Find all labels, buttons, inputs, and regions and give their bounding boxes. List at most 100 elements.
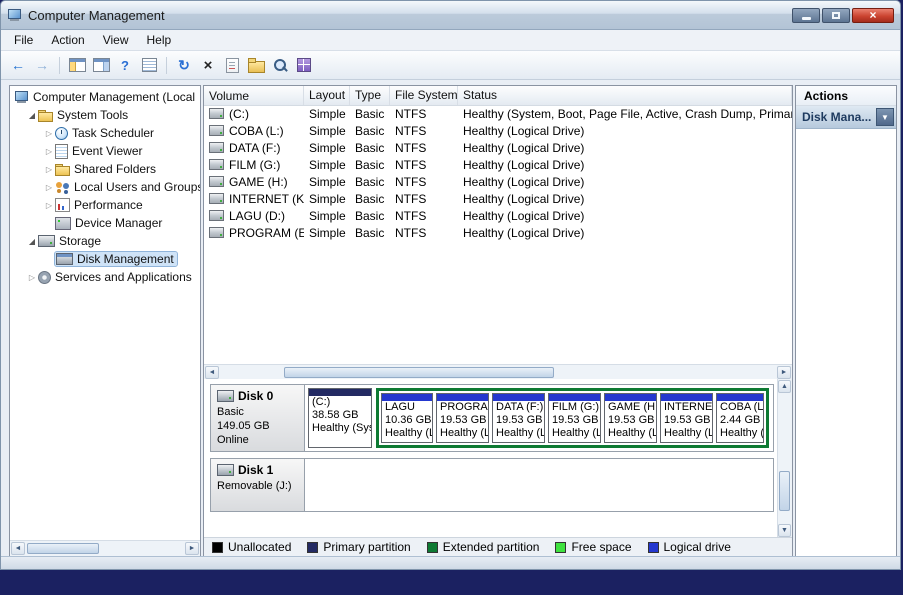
logical-drive-color-bar	[605, 394, 656, 401]
scrollbar-thumb[interactable]	[27, 543, 99, 554]
tree-item-task-scheduler[interactable]: ▷ Task Scheduler	[10, 124, 200, 142]
scroll-left-arrow-icon[interactable]: ◄	[205, 366, 219, 379]
show-console-tree-icon[interactable]	[66, 54, 88, 76]
scroll-right-arrow-icon[interactable]: ►	[185, 542, 199, 555]
delete-icon[interactable]: ×	[197, 54, 219, 76]
column-type[interactable]: Type	[350, 86, 390, 105]
menu-action[interactable]: Action	[42, 31, 93, 49]
volume-type: Basic	[355, 106, 385, 121]
scrollbar-thumb[interactable]	[779, 471, 790, 512]
open-folder-icon[interactable]	[245, 54, 267, 76]
maximize-button[interactable]	[822, 7, 850, 23]
show-action-pane-icon[interactable]	[90, 54, 112, 76]
tree-item-event-viewer[interactable]: ▷ Event Viewer	[10, 142, 200, 160]
volume-type: Basic	[355, 174, 385, 189]
volume-type: Basic	[355, 157, 385, 172]
expander-icon[interactable]: ▷	[43, 147, 55, 156]
tree-horizontal-scrollbar[interactable]: ◄ ►	[10, 540, 200, 556]
computer-management-window: Computer Management × File Action View H…	[0, 0, 901, 570]
section-collapse-button[interactable]: ▼	[876, 108, 894, 126]
expander-icon[interactable]: ▷	[43, 129, 55, 138]
volume-row-c[interactable]: (C:) Simple Basic NTFS Healthy (System, …	[204, 105, 792, 122]
tree-item-shared-folders[interactable]: ▷ Shared Folders	[10, 160, 200, 178]
scroll-left-arrow-icon[interactable]: ◄	[11, 542, 25, 555]
partition-status: Healthy (Logical Drive)	[720, 427, 763, 439]
menu-file[interactable]: File	[5, 31, 42, 49]
expander-icon[interactable]: ▷	[43, 183, 55, 192]
export-list-icon[interactable]	[138, 54, 160, 76]
column-volume[interactable]: Volume	[204, 86, 304, 105]
partition-c[interactable]: (C:) 38.58 GB Healthy (System, Boot, Pag…	[308, 388, 372, 448]
volume-row-film[interactable]: FILM (G:) Simple Basic NTFS Healthy (Log…	[204, 156, 792, 173]
volume-row-lagu[interactable]: LAGU (D:) Simple Basic NTFS Healthy (Log…	[204, 207, 792, 224]
legend-extended-partition: Extended partition	[426, 540, 539, 554]
partition-data[interactable]: DATA (F:) 19.53 GB Healthy (Logical Driv…	[492, 393, 545, 443]
volume-row-internet[interactable]: INTERNET (K:) Simple Basic NTFS Healthy …	[204, 190, 792, 207]
graph-vertical-scrollbar[interactable]: ▲ ▼	[777, 379, 792, 538]
scroll-up-arrow-icon[interactable]: ▲	[778, 380, 791, 393]
tree-item-computer-management[interactable]: Computer Management (Local	[10, 88, 200, 106]
menu-view[interactable]: View	[94, 31, 138, 49]
primary-partition-color-bar	[309, 389, 371, 396]
volume-row-game[interactable]: GAME (H:) Simple Basic NTFS Healthy (Log…	[204, 173, 792, 190]
search-icon[interactable]	[269, 54, 291, 76]
close-icon: ×	[869, 8, 877, 22]
partition-coba[interactable]: COBA (L:) 2.44 GB Healthy (Logical Drive…	[716, 393, 764, 443]
properties-icon[interactable]	[221, 54, 243, 76]
toolbar-separator	[166, 56, 167, 74]
actions-section-disk-management[interactable]: Disk Mana... ▼	[796, 106, 896, 129]
column-file-system[interactable]: File System	[390, 86, 458, 105]
forward-icon[interactable]: →	[31, 54, 53, 76]
volume-type: Basic	[355, 123, 385, 138]
list-horizontal-scrollbar[interactable]: ◄ ►	[204, 364, 792, 380]
expander-icon[interactable]: ▷	[26, 273, 38, 282]
expander-icon[interactable]: ◢	[26, 237, 38, 246]
partition-game[interactable]: GAME (H:) 19.53 GB Healthy (Logical Driv…	[604, 393, 657, 443]
scroll-down-arrow-icon[interactable]: ▼	[778, 524, 791, 537]
help-icon[interactable]: ?	[114, 54, 136, 76]
expander-icon[interactable]: ▷	[43, 201, 55, 210]
partition-status: Healthy (Logical Drive)	[440, 427, 488, 439]
tree-item-local-users-and-groups[interactable]: ▷ Local Users and Groups	[10, 178, 200, 196]
actions-section-label: Disk Mana...	[802, 110, 872, 124]
disk-1-partitions[interactable]	[305, 459, 773, 511]
grid-icon[interactable]	[293, 54, 315, 76]
toolbar: ← → ? ↻ ×	[1, 51, 900, 80]
volume-row-data[interactable]: DATA (F:) Simple Basic NTFS Healthy (Log…	[204, 139, 792, 156]
tree-item-storage[interactable]: ◢ Storage	[10, 232, 200, 250]
refresh-icon[interactable]: ↻	[173, 54, 195, 76]
volume-type: Basic	[355, 140, 385, 155]
logical-drive-color-bar	[437, 394, 488, 401]
partition-status: Healthy (System, Boot, Page File, Active…	[312, 422, 371, 434]
disk-0-header[interactable]: Disk 0 Basic 149.05 GB Online	[211, 385, 305, 451]
expander-icon[interactable]: ◢	[26, 111, 38, 120]
volume-row-coba[interactable]: COBA (L:) Simple Basic NTFS Healthy (Log…	[204, 122, 792, 139]
minimize-button[interactable]	[792, 7, 820, 23]
volume-row-program[interactable]: PROGRAM (E:) Simple Basic NTFS Healthy (…	[204, 224, 792, 241]
close-button[interactable]: ×	[852, 7, 894, 23]
volume-layout: Simple	[309, 106, 346, 121]
tree-item-device-manager[interactable]: Device Manager	[10, 214, 200, 232]
scrollbar-thumb[interactable]	[284, 367, 554, 378]
partition-program[interactable]: PROGRAM (E:) 19.53 GB Healthy (Logical D…	[436, 393, 489, 443]
title-bar[interactable]: Computer Management ×	[1, 1, 900, 30]
column-status[interactable]: Status	[458, 86, 792, 105]
expander-icon[interactable]: ▷	[43, 165, 55, 174]
partition-lagu[interactable]: LAGU 10.36 GB Healthy (Logical Drive)	[381, 393, 433, 443]
volume-fs: NTFS	[395, 106, 427, 121]
menu-help[interactable]: Help	[138, 31, 181, 49]
tree-item-performance[interactable]: ▷ Performance	[10, 196, 200, 214]
tree-item-label: Event Viewer	[72, 144, 143, 158]
tree-item-services-and-applications[interactable]: ▷ Services and Applications	[10, 268, 200, 286]
task-scheduler-icon	[55, 126, 68, 140]
tree-item-disk-management[interactable]: Disk Management	[10, 250, 200, 268]
scroll-right-arrow-icon[interactable]: ►	[777, 366, 791, 379]
shared-folders-icon	[55, 163, 70, 176]
partition-internet[interactable]: INTERNET (K:) 19.53 GB Healthy (Logical …	[660, 393, 713, 443]
tree-item-system-tools[interactable]: ◢ System Tools	[10, 106, 200, 124]
column-layout[interactable]: Layout	[304, 86, 350, 105]
back-icon[interactable]: ←	[7, 54, 29, 76]
selected-tree-item: Disk Management	[54, 251, 178, 267]
partition-film[interactable]: FILM (G:) 19.53 GB Healthy (Logical Driv…	[548, 393, 601, 443]
disk-1-header[interactable]: Disk 1 Removable (J:)	[211, 459, 305, 511]
